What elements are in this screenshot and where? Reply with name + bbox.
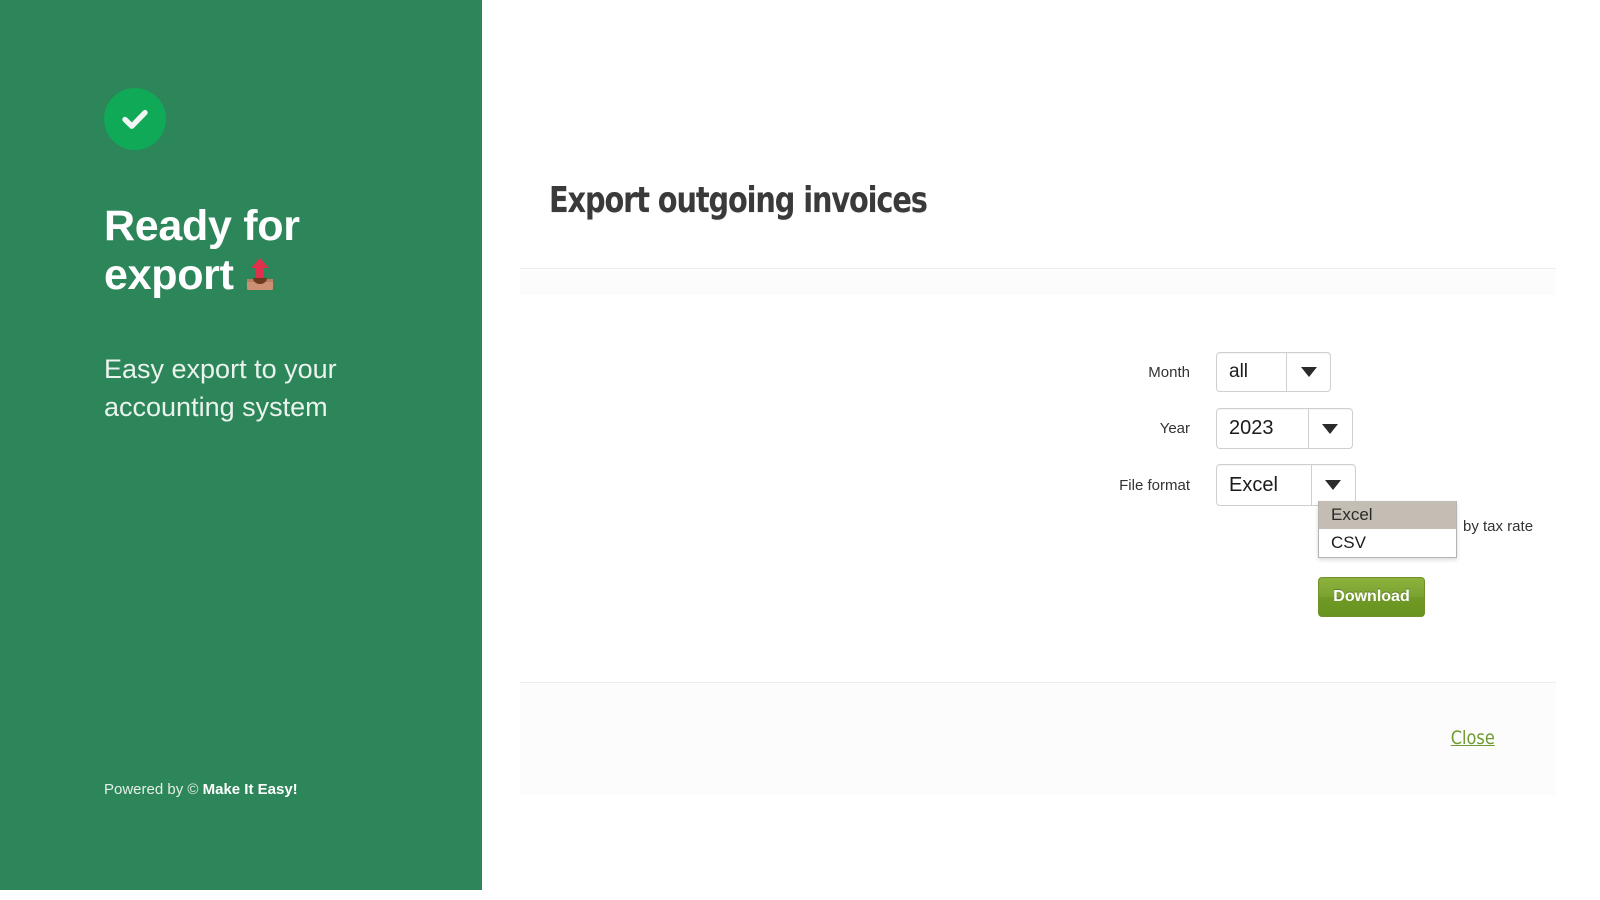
app-screen: Ready for export Easy export to your acc…	[0, 0, 1600, 900]
year-select-value: 2023	[1229, 417, 1274, 439]
outbox-tray-emoji	[240, 255, 280, 306]
promo-sidebar: Ready for export Easy export to your acc…	[0, 0, 482, 890]
form-row-file-format: File format Excel	[960, 464, 1356, 506]
powered-by-text: Powered by ©	[104, 781, 203, 798]
download-button[interactable]: Download	[1318, 577, 1425, 617]
promo-title-line-2: export	[104, 251, 234, 299]
promo-subtitle: Easy export to your accounting system	[104, 354, 337, 422]
year-select[interactable]: 2023	[1216, 408, 1353, 449]
tax-rate-note: by tax rate	[1463, 518, 1534, 535]
close-link[interactable]: Close	[1451, 727, 1495, 749]
promo-title: Ready for export	[104, 202, 442, 306]
chevron-down-icon[interactable]	[1287, 353, 1330, 391]
chevron-down-icon[interactable]	[1312, 465, 1355, 505]
file-format-label: File format	[1119, 476, 1190, 494]
export-modal: Export outgoing invoices Month all Year …	[520, 0, 1556, 900]
brand-name: Make It Easy!	[202, 781, 298, 798]
file-format-dropdown-list[interactable]: Excel CSV	[1318, 501, 1457, 558]
promo-title-line-1: Ready for	[104, 202, 300, 250]
year-label: Year	[1159, 420, 1190, 437]
dropdown-option-excel[interactable]: Excel	[1319, 501, 1456, 529]
file-format-select-value: Excel	[1229, 473, 1278, 496]
page-title: Export outgoing invoices	[549, 180, 928, 221]
check-circle-icon	[104, 88, 166, 150]
file-format-select[interactable]: Excel	[1216, 464, 1356, 506]
modal-footer: Close	[520, 683, 1556, 795]
month-select[interactable]: all	[1216, 352, 1331, 392]
modal-body: Month all Year 2023 File format Excel	[520, 295, 1556, 682]
form-row-year: Year 2023	[960, 408, 1353, 449]
month-label: Month	[1148, 363, 1190, 381]
month-select-value: all	[1229, 361, 1249, 382]
promo-footer: Powered by © Make It Easy!	[104, 781, 298, 798]
chevron-down-icon[interactable]	[1309, 409, 1352, 448]
dropdown-option-csv[interactable]: CSV	[1319, 529, 1456, 557]
modal-header-band	[520, 269, 1556, 295]
form-row-month: Month all	[960, 352, 1331, 392]
